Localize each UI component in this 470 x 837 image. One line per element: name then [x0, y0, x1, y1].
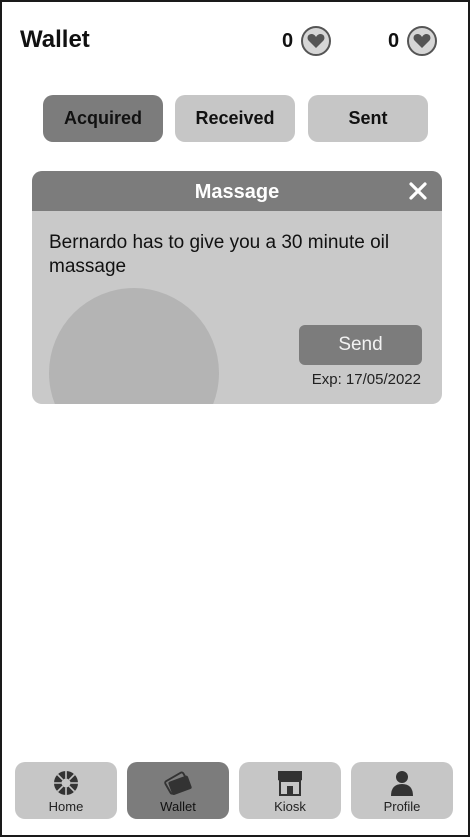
heart-coin-icon [407, 26, 438, 56]
heart-count-value: 0 [282, 29, 294, 52]
header: Wallet 0 0 [2, 2, 468, 82]
send-button[interactable]: Send [299, 325, 422, 365]
kiosk-shop-icon [274, 768, 306, 798]
page-title: Wallet [20, 26, 90, 53]
nav-kiosk[interactable]: Kiosk [239, 762, 341, 819]
nav-wallet[interactable]: Wallet [127, 762, 229, 819]
tab-sent[interactable]: Sent [308, 95, 428, 142]
voucher-card: Massage Bernardo has to give you a 30 mi… [32, 171, 442, 404]
wallet-tabs: Acquired Received Sent [2, 95, 468, 143]
nav-profile[interactable]: Profile [351, 762, 453, 819]
nav-label: Wallet [160, 799, 196, 814]
card-description: Bernardo has to give you a 30 minute oil… [49, 232, 390, 277]
expiry-date: Exp: 17/05/2022 [311, 371, 421, 388]
tab-acquired[interactable]: Acquired [43, 95, 163, 142]
card-header: Massage [32, 171, 442, 211]
nav-label: Home [48, 799, 84, 814]
nav-label: Kiosk [274, 799, 306, 814]
app-frame: Wallet 0 0 Acquired Received Sent Massag… [0, 0, 470, 837]
profile-person-icon [386, 768, 418, 798]
nav-home[interactable]: Home [15, 762, 117, 819]
wallet-cards-icon [162, 768, 194, 798]
nav-label: Profile [383, 799, 421, 814]
heart-coin-icon [301, 26, 332, 56]
heart-counter-1: 0 [282, 24, 332, 58]
close-icon[interactable] [404, 177, 432, 205]
card-title: Massage [194, 181, 280, 203]
heart-counter-2: 0 [388, 24, 438, 58]
heart-count-value: 0 [388, 29, 400, 52]
tab-received[interactable]: Received [175, 95, 295, 142]
home-wheel-icon [50, 768, 82, 798]
bottom-nav: Home Wallet Kiosk Profile [2, 762, 468, 820]
